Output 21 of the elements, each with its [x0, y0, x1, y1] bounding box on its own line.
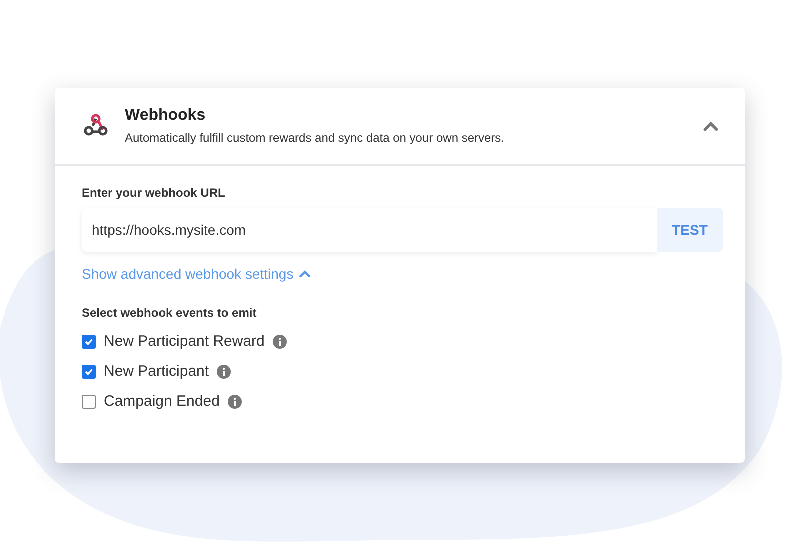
chevron-icon	[703, 120, 719, 132]
test-button[interactable]: TEST	[657, 208, 723, 252]
info-icon[interactable]	[272, 334, 287, 348]
checkbox[interactable]	[82, 364, 96, 378]
url-label: Enter your webhook URL	[82, 186, 226, 200]
events-label: Select webhook events to emit	[82, 306, 258, 320]
panel-description: Automatically fulfill custom rewards and sync data on your own servers.	[125, 131, 506, 145]
panel-title: Webhooks	[125, 107, 207, 125]
check-icon	[84, 336, 94, 346]
event-label: Campaign Ended	[104, 393, 220, 410]
checkbox[interactable]	[82, 394, 96, 408]
chevron-icon	[298, 270, 311, 278]
info-icon[interactable]	[228, 394, 242, 408]
url-input[interactable]: https://hooks.mysite.com	[82, 208, 657, 252]
event-label: New Participant Reward	[104, 333, 265, 350]
info-icon[interactable]	[217, 364, 232, 378]
collapse-button[interactable]	[703, 120, 719, 132]
advanced-settings-link[interactable]: Show advanced webhook settings	[82, 266, 311, 282]
checkbox[interactable]	[82, 334, 96, 348]
check-icon	[84, 366, 94, 376]
event-label: New Participant	[104, 363, 210, 380]
